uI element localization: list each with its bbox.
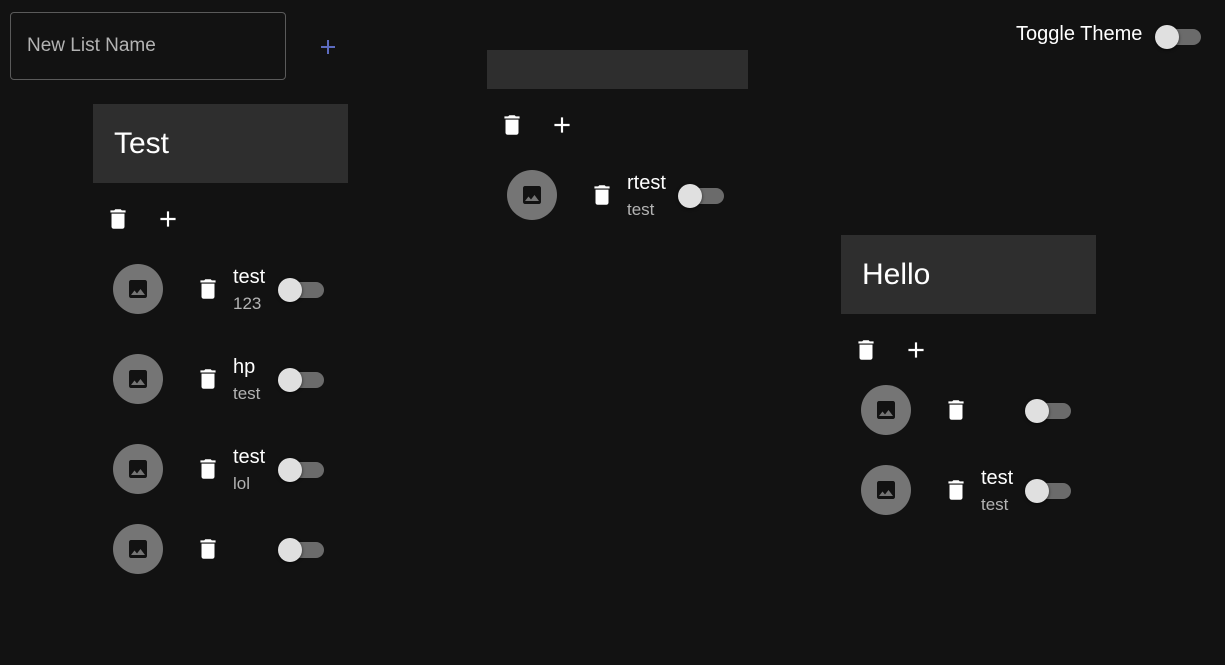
item-toggle-switch[interactable] <box>678 182 728 208</box>
image-icon <box>129 540 147 558</box>
switch-thumb <box>1025 399 1049 423</box>
trash-icon <box>110 209 126 229</box>
item-primary-text: test <box>233 446 266 468</box>
item-primary-text: rtest <box>627 172 666 194</box>
trash-icon <box>948 480 964 500</box>
toggle-theme-label: Toggle Theme <box>1016 23 1143 45</box>
item-avatar <box>113 354 163 404</box>
trash-icon <box>858 340 874 360</box>
image-icon <box>523 186 541 204</box>
item-secondary-text: lol <box>233 474 251 493</box>
item-toggle-switch[interactable] <box>278 366 328 392</box>
item-avatar <box>861 465 911 515</box>
item-secondary-text: 123 <box>233 294 262 313</box>
delete-item-button[interactable] <box>943 477 969 503</box>
image-icon <box>129 460 147 478</box>
item-primary-text: test <box>233 266 266 288</box>
delete-list-button[interactable] <box>499 112 525 138</box>
switch-thumb <box>278 368 302 392</box>
image-icon <box>877 401 895 419</box>
plus-icon <box>160 211 176 227</box>
item-secondary-text: test <box>627 200 655 219</box>
trash-icon <box>200 369 216 389</box>
trash-icon <box>504 115 520 135</box>
add-list-button[interactable] <box>316 35 340 59</box>
switch-thumb <box>1155 25 1179 49</box>
delete-item-button[interactable] <box>195 276 221 302</box>
switch-thumb <box>1025 479 1049 503</box>
list-title[interactable]: Test <box>93 104 348 183</box>
switch-thumb <box>278 538 302 562</box>
trash-icon <box>200 279 216 299</box>
item-primary-text: test <box>981 467 1014 489</box>
switch-thumb <box>678 184 702 208</box>
item-avatar <box>113 264 163 314</box>
item-secondary-text: test <box>981 495 1009 514</box>
item-toggle-switch[interactable] <box>278 536 328 562</box>
delete-list-button[interactable] <box>853 337 879 363</box>
switch-thumb <box>278 458 302 482</box>
plus-icon <box>908 342 924 358</box>
list-title[interactable]: Hello <box>841 235 1096 314</box>
list-title-text: Test <box>114 126 170 160</box>
item-secondary-text: test <box>233 384 261 403</box>
image-icon <box>129 280 147 298</box>
plus-icon <box>554 117 570 133</box>
item-avatar <box>113 444 163 494</box>
item-toggle-switch[interactable] <box>1025 477 1075 503</box>
item-toggle-switch[interactable] <box>278 276 328 302</box>
image-icon <box>877 481 895 499</box>
delete-list-button[interactable] <box>105 206 131 232</box>
trash-icon <box>948 400 964 420</box>
item-avatar <box>861 385 911 435</box>
item-avatar <box>113 524 163 574</box>
toggle-theme-switch[interactable] <box>1155 23 1205 49</box>
item-primary-text: hp <box>233 356 256 378</box>
add-item-button[interactable] <box>549 112 575 138</box>
trash-icon <box>200 459 216 479</box>
add-item-button[interactable] <box>155 206 181 232</box>
delete-item-button[interactable] <box>195 456 221 482</box>
plus-icon <box>321 40 335 54</box>
list-title[interactable] <box>487 50 748 89</box>
switch-thumb <box>278 278 302 302</box>
delete-item-button[interactable] <box>943 397 969 423</box>
delete-item-button[interactable] <box>195 536 221 562</box>
delete-item-button[interactable] <box>589 182 615 208</box>
add-item-button[interactable] <box>903 337 929 363</box>
item-toggle-switch[interactable] <box>278 456 328 482</box>
item-toggle-switch[interactable] <box>1025 397 1075 423</box>
delete-item-button[interactable] <box>195 366 221 392</box>
new-list-name-input[interactable] <box>27 13 267 79</box>
trash-icon <box>594 185 610 205</box>
item-avatar <box>507 170 557 220</box>
new-list-name-field[interactable] <box>10 12 286 80</box>
trash-icon <box>200 539 216 559</box>
image-icon <box>129 370 147 388</box>
list-title-text: Hello <box>862 257 931 291</box>
